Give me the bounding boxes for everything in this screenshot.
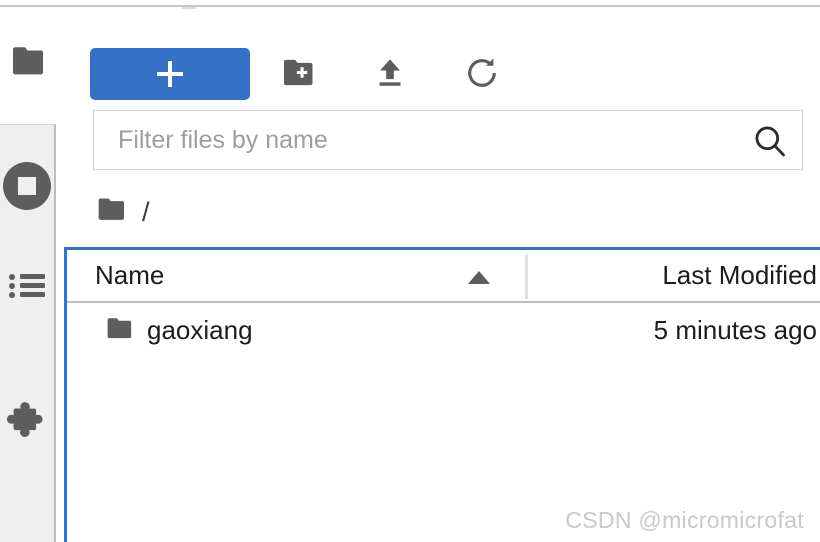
upload-files-button[interactable] xyxy=(366,50,414,98)
breadcrumb-separator[interactable]: / xyxy=(142,197,150,228)
folder-icon xyxy=(10,44,46,83)
new-folder-button[interactable] xyxy=(275,50,323,98)
new-folder-icon xyxy=(281,57,317,92)
column-header-name[interactable]: Name xyxy=(95,250,164,301)
folder-icon xyxy=(105,316,135,347)
column-resize-handle[interactable] xyxy=(525,255,528,299)
file-browser-toolbar xyxy=(0,22,820,100)
breadcrumb: / xyxy=(96,190,150,234)
sidebar-item-running-terminals-and-kernels[interactable] xyxy=(0,158,54,214)
upload-icon xyxy=(373,56,407,93)
window-top-divider-notch xyxy=(182,7,196,9)
sidebar-item-commands-list[interactable] xyxy=(0,265,54,305)
window-top-divider xyxy=(0,5,820,7)
triangle-up-icon xyxy=(468,271,490,284)
list-icon xyxy=(9,273,45,298)
table-header-row: Name Last Modified xyxy=(67,250,820,303)
new-launcher-button[interactable] xyxy=(90,48,250,100)
activity-sidebar xyxy=(0,124,56,542)
column-header-last-modified[interactable]: Last Modified xyxy=(612,250,820,301)
table-row-last-modified: 5 minutes ago xyxy=(653,315,817,345)
column-header-last-modified-label: Last Modified xyxy=(662,260,817,290)
refresh-icon xyxy=(464,55,500,94)
puzzle-piece-icon xyxy=(4,398,50,449)
refresh-file-list-button[interactable] xyxy=(458,50,506,98)
sidebar-item-extension-manager[interactable] xyxy=(0,395,54,451)
file-browser-listing: Name Last Modified gaoxiang 5 minutes ag… xyxy=(64,247,820,542)
plus-icon xyxy=(157,61,183,87)
stop-circle-icon xyxy=(3,162,51,210)
filter-files-field[interactable] xyxy=(93,110,803,170)
breadcrumb-root-folder-icon[interactable] xyxy=(96,196,128,229)
table-row-name: gaoxiang xyxy=(147,315,253,345)
table-row[interactable]: gaoxiang 5 minutes ago xyxy=(67,303,820,358)
search-button[interactable] xyxy=(752,123,788,159)
search-icon xyxy=(752,126,788,162)
filter-files-input[interactable] xyxy=(94,111,744,169)
column-header-name-label: Name xyxy=(95,260,165,290)
watermark: CSDN @micromicrofat xyxy=(565,507,804,533)
